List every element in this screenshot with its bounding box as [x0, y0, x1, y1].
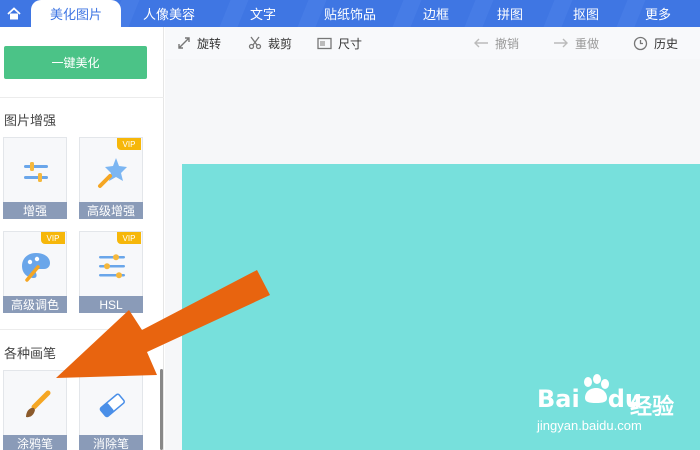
section-title-enhance: 图片增强 [4, 113, 57, 128]
tile-label: 涂鸦笔 [3, 435, 67, 450]
home-button[interactable] [0, 0, 27, 27]
tile-doodle-brush[interactable]: 涂鸦笔 [3, 370, 67, 450]
palette-icon [22, 253, 50, 282]
section-title-brushes: 各种画笔 [4, 346, 57, 361]
tab-beautify[interactable]: 美化图片 [31, 0, 121, 27]
vip-badge: VIP [41, 232, 65, 244]
tile-label: 增强 [3, 202, 67, 219]
tile-advanced-color[interactable]: VIP 高级调色 [3, 231, 67, 313]
history-label: 历史 [654, 36, 679, 51]
home-icon [6, 6, 21, 19]
redo-icon [554, 38, 568, 48]
tile-label: 消除笔 [79, 435, 143, 450]
hsl-sliders-icon [99, 254, 125, 279]
watermark-brand: Bai du [537, 385, 642, 413]
top-nav: 美化图片 人像美容 文字 贴纸饰品 边框 拼图 抠图 更多 [0, 0, 700, 27]
undo-icon [474, 38, 488, 48]
undo-button[interactable]: 撤销 [473, 27, 519, 59]
size-label: 尺寸 [338, 36, 363, 51]
tile-enhance[interactable]: 增强 [3, 137, 67, 219]
vip-badge: VIP [117, 232, 141, 244]
tab-collage[interactable]: 拼图 [484, 0, 536, 27]
watermark-url: jingyan.baidu.com [537, 418, 642, 433]
rotate-label: 旋转 [197, 36, 222, 51]
rotate-icon [178, 37, 190, 49]
star-wand-icon [98, 158, 127, 188]
clock-icon [633, 36, 648, 50]
one-click-beautify-button[interactable]: 一键美化 [4, 46, 147, 79]
tile-advanced-enhance[interactable]: VIP 高级增强 [79, 137, 143, 219]
tile-label: 高级调色 [3, 296, 67, 313]
tab-frames[interactable]: 边框 [410, 0, 462, 27]
tile-label: HSL [79, 296, 143, 313]
sidebar-scrollbar[interactable] [160, 369, 163, 450]
sliders-icon [24, 162, 48, 182]
crop-label: 裁剪 [268, 36, 293, 51]
sidebar: 一键美化 图片增强 增强 VIP 高级增强 VIP 高级调色 VIP HSL 各… [0, 27, 164, 450]
resize-icon [317, 37, 332, 49]
tab-cutout[interactable]: 抠图 [560, 0, 612, 27]
eraser-icon [99, 393, 125, 418]
history-button[interactable]: 历史 [633, 27, 678, 59]
undo-label: 撤销 [495, 36, 520, 51]
watermark-jingyan: 经验 [630, 394, 675, 419]
tab-more[interactable]: 更多 [632, 0, 684, 27]
toolbar: 旋转 裁剪 尺寸 撤销 重做 历史 [165, 27, 700, 59]
rotate-button[interactable]: 旋转 [177, 27, 221, 59]
scissors-icon [248, 36, 262, 50]
vip-badge: VIP [117, 138, 141, 150]
tile-hsl[interactable]: VIP HSL [79, 231, 143, 313]
tab-portrait[interactable]: 人像美容 [128, 0, 210, 27]
tab-stickers[interactable]: 贴纸饰品 [310, 0, 390, 27]
tab-text[interactable]: 文字 [238, 0, 288, 27]
brush-icon [26, 390, 51, 418]
size-button[interactable]: 尺寸 [317, 27, 362, 59]
baidu-jingyan-watermark: Bai du 经验 jingyan.baidu.com [535, 372, 700, 450]
redo-button[interactable]: 重做 [553, 27, 599, 59]
crop-button[interactable]: 裁剪 [248, 27, 292, 59]
tile-label: 高级增强 [79, 202, 143, 219]
redo-label: 重做 [575, 36, 600, 51]
tile-eraser-brush[interactable]: 消除笔 [79, 370, 143, 450]
